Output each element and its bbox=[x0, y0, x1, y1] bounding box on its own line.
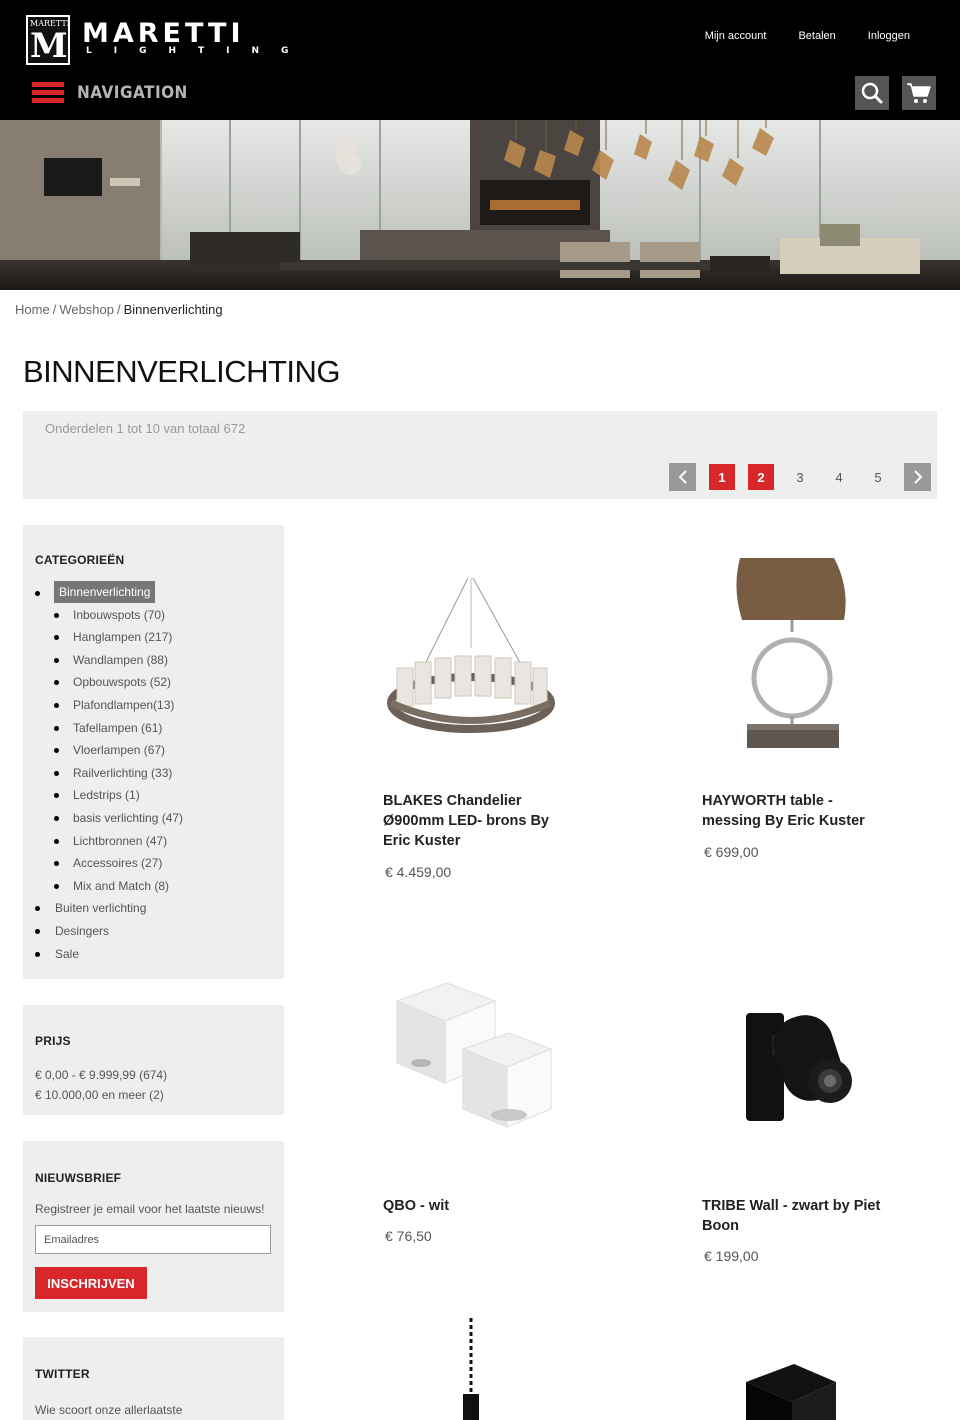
hamburger-icon bbox=[32, 81, 64, 105]
subcategory-item[interactable]: Railverlichting (33) bbox=[35, 762, 280, 785]
subcategory-item[interactable]: Inbouwspots (70) bbox=[35, 604, 280, 627]
product-price: € 699,00 bbox=[704, 844, 759, 860]
subcategory-item[interactable]: Accessoires (27) bbox=[35, 852, 280, 875]
category-item-binnenverlichting[interactable]: Binnenverlichting bbox=[35, 581, 280, 604]
next-page-button[interactable] bbox=[904, 463, 931, 491]
product-name[interactable]: HAYWORTH table - messing By Eric Kuster bbox=[702, 791, 884, 831]
category-active-label: Binnenverlichting bbox=[54, 581, 156, 603]
page-1-button[interactable]: 1 bbox=[709, 464, 735, 490]
pagination: 1 2 3 4 5 bbox=[669, 463, 931, 491]
price-range-option[interactable]: € 10.000,00 en meer (2) bbox=[35, 1085, 167, 1105]
subcategory-item[interactable]: Tafellampen (61) bbox=[35, 717, 280, 740]
product-image-table-lamp[interactable] bbox=[702, 528, 892, 778]
price-title: PRIJS bbox=[35, 1034, 71, 1048]
logo-badge: MARETTI M bbox=[26, 15, 70, 65]
product-image-pendant[interactable] bbox=[383, 1310, 573, 1420]
subscribe-button[interactable]: INSCHRIJVEN bbox=[35, 1267, 147, 1299]
product-price: € 199,00 bbox=[704, 1248, 759, 1264]
category-item-buiten-verlichting[interactable]: Buiten verlichting bbox=[35, 897, 280, 920]
price-filter-panel: PRIJS € 0,00 - € 9.999,99 (674) € 10.000… bbox=[23, 1005, 284, 1115]
site-header: MARETTI M MARETTI LIGHTING Mijn account … bbox=[0, 0, 960, 120]
newsletter-description: Registreer je email voor het laatste nie… bbox=[35, 1202, 265, 1216]
newsletter-email-input[interactable] bbox=[35, 1225, 271, 1254]
product-image-wall-light[interactable] bbox=[702, 937, 892, 1187]
subcategory-item[interactable]: Plafondlampen(13) bbox=[35, 694, 280, 717]
search-button[interactable] bbox=[855, 76, 889, 110]
chevron-right-icon bbox=[913, 470, 922, 484]
logo-wordmark: MARETTI bbox=[82, 18, 245, 49]
cart-button[interactable] bbox=[902, 76, 936, 110]
subcategory-item[interactable]: basis verlichting (47) bbox=[35, 807, 280, 830]
category-item-sale[interactable]: Sale bbox=[35, 943, 280, 966]
search-icon bbox=[861, 82, 883, 104]
checkout-link[interactable]: Betalen bbox=[798, 28, 835, 44]
product-name[interactable]: BLAKES Chandelier Ø900mm LED- brons By E… bbox=[383, 791, 565, 851]
breadcrumb-separator: / bbox=[117, 302, 121, 317]
category-list: Binnenverlichting Inbouwspots (70) Hangl… bbox=[35, 581, 280, 965]
product-name[interactable]: TRIBE Wall - zwart by Piet Boon bbox=[702, 1196, 884, 1236]
login-link[interactable]: Inloggen bbox=[868, 28, 910, 44]
navigation-toggle[interactable]: NAVIGATION bbox=[32, 80, 212, 106]
category-item-desingers[interactable]: Desingers bbox=[35, 920, 280, 943]
my-account-link[interactable]: Mijn account bbox=[705, 28, 767, 44]
breadcrumb: Home / Webshop / Binnenverlichting bbox=[15, 302, 223, 317]
product-image-black-spot[interactable] bbox=[702, 1310, 892, 1420]
page-title: BINNENVERLICHTING bbox=[23, 354, 341, 389]
twitter-panel: TWITTER Wie scoort onze allerlaatste bbox=[23, 1337, 284, 1420]
page-2-button[interactable]: 2 bbox=[748, 464, 774, 490]
subcategory-item[interactable]: Vloerlampen (67) bbox=[35, 739, 280, 762]
subcategory-item[interactable]: Wandlampen (88) bbox=[35, 649, 280, 672]
subcategory-item[interactable]: Mix and Match (8) bbox=[35, 875, 280, 898]
breadcrumb-webshop[interactable]: Webshop bbox=[59, 302, 114, 317]
product-image-chandelier[interactable] bbox=[383, 528, 573, 778]
cart-icon bbox=[907, 83, 931, 103]
price-range-list: € 0,00 - € 9.999,99 (674) € 10.000,00 en… bbox=[35, 1065, 167, 1105]
breadcrumb-home[interactable]: Home bbox=[15, 302, 50, 317]
site-logo[interactable]: MARETTI M MARETTI LIGHTING bbox=[26, 15, 306, 67]
chevron-left-icon bbox=[678, 470, 687, 484]
page-4-button[interactable]: 4 bbox=[826, 463, 852, 491]
categories-panel: CATEGORIEËN Binnenverlichting Inbouwspot… bbox=[23, 525, 284, 979]
twitter-title: TWITTER bbox=[35, 1367, 90, 1381]
breadcrumb-separator: / bbox=[52, 302, 57, 317]
categories-title: CATEGORIEËN bbox=[35, 553, 125, 567]
logo-badge-letter: M bbox=[30, 26, 68, 66]
breadcrumb-current: Binnenverlichting bbox=[123, 302, 223, 317]
price-range-option[interactable]: € 0,00 - € 9.999,99 (674) bbox=[35, 1065, 167, 1085]
subcategory-item[interactable]: Opbouwspots (52) bbox=[35, 671, 280, 694]
previous-page-button[interactable] bbox=[669, 463, 696, 491]
product-price: € 4.459,00 bbox=[385, 864, 452, 880]
product-name[interactable]: QBO - wit bbox=[383, 1196, 565, 1216]
newsletter-title: NIEUWSBRIEF bbox=[35, 1171, 122, 1185]
item-count: Onderdelen 1 tot 10 van totaal 672 bbox=[45, 421, 246, 436]
subcategory-item[interactable]: Ledstrips (1) bbox=[35, 784, 280, 807]
subcategory-item[interactable]: Lichtbronnen (47) bbox=[35, 830, 280, 853]
newsletter-panel: NIEUWSBRIEF Registreer je email voor het… bbox=[23, 1141, 284, 1312]
twitter-text: Wie scoort onze allerlaatste bbox=[35, 1403, 183, 1417]
hero-banner-image bbox=[0, 120, 960, 290]
subcategory-item[interactable]: Hanglampen (217) bbox=[35, 626, 280, 649]
navigation-label: NAVIGATION bbox=[77, 83, 188, 103]
page-5-button[interactable]: 5 bbox=[865, 463, 891, 491]
listing-toolbar: Onderdelen 1 tot 10 van totaal 672 1 2 3… bbox=[23, 411, 937, 499]
logo-subtitle: LIGHTING bbox=[86, 46, 311, 56]
page-3-button[interactable]: 3 bbox=[787, 463, 813, 491]
top-links: Mijn account Betalen Inloggen bbox=[705, 28, 910, 44]
product-image-ceiling-spot[interactable] bbox=[383, 937, 573, 1187]
product-price: € 76,50 bbox=[385, 1228, 432, 1244]
